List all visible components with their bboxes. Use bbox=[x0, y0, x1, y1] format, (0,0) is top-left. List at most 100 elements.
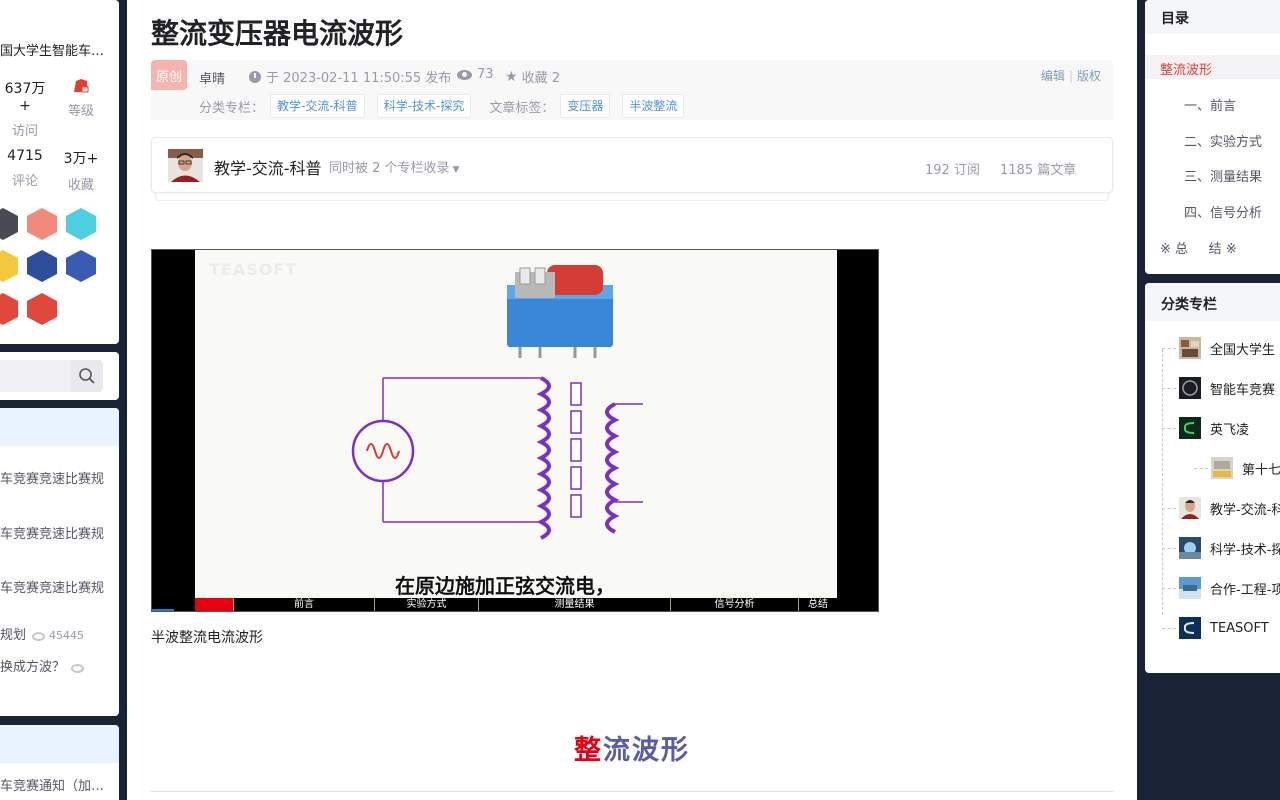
hot-article-item[interactable]: 换成方波？ bbox=[0, 656, 88, 675]
chapter-progress bbox=[195, 598, 233, 611]
divider: | bbox=[1068, 69, 1073, 83]
column-subscriptions: 192 订阅 bbox=[925, 163, 980, 178]
hot-article-link[interactable]: 车竞赛竞速比赛规 bbox=[0, 523, 104, 542]
toc-item[interactable]: 整流波形 bbox=[1160, 59, 1212, 78]
column-tag[interactable]: 科学-技术-探究 bbox=[376, 94, 472, 118]
hot-article-views-count: 45445 bbox=[49, 629, 85, 642]
toc-item[interactable]: ※ 总 结 ※ bbox=[1160, 238, 1237, 257]
article-main: 整流变压器电流波形 原创 卓晴 于 2023-02-11 11:50:55 发布… bbox=[127, 0, 1137, 800]
heading-char: 流 bbox=[603, 735, 632, 766]
category-column-item[interactable]: 合作-工程-项 bbox=[1162, 577, 1280, 599]
article-tag[interactable]: 半波整流 bbox=[622, 94, 685, 118]
hot-articles-header bbox=[0, 408, 119, 446]
stat-comments: 4715 评论 bbox=[0, 148, 50, 189]
toc-title: 目录 bbox=[1145, 0, 1280, 34]
original-badge: 原创 bbox=[151, 60, 187, 90]
eye-icon bbox=[71, 663, 85, 673]
category-column-label: 英飞凌 bbox=[1210, 422, 1250, 438]
hot-article-link[interactable]: 车竞赛竞速比赛规 bbox=[0, 577, 104, 596]
section-divider bbox=[151, 791, 1113, 792]
search-button[interactable] bbox=[71, 360, 103, 392]
toc-item[interactable]: 四、信号分析 bbox=[1184, 202, 1262, 221]
meta-actions: 编辑 | 版权 bbox=[1041, 67, 1101, 84]
category-column-label: TEASOFT bbox=[1210, 620, 1269, 636]
toc-item[interactable]: 一、前言 bbox=[1184, 95, 1236, 114]
toc-card: 目录 整流波形 一、前言 二、实验方式 三、测量结果 四、信号分析 ※ 总 结 … bbox=[1145, 0, 1280, 274]
category-column-label: 教学-交流-科 bbox=[1210, 502, 1280, 518]
transformer-core bbox=[570, 382, 582, 518]
hot-article-link[interactable]: 规划 bbox=[0, 628, 26, 643]
column-name[interactable]: 教学-交流-科普 bbox=[214, 155, 322, 179]
view-count: 73 bbox=[457, 67, 494, 82]
stat-visits-label: 访问 bbox=[11, 124, 38, 139]
badge-icon[interactable] bbox=[66, 208, 96, 240]
category-column-item[interactable]: 教学-交流-科 bbox=[1162, 497, 1280, 519]
category-column-item[interactable]: 智能车竞赛 bbox=[1162, 377, 1275, 399]
column-thumb-icon bbox=[1179, 577, 1201, 599]
favorite-count[interactable]: ★ 收藏 2 bbox=[505, 67, 560, 87]
search-icon bbox=[79, 368, 95, 384]
category-column-item[interactable]: 科学-技术-探 bbox=[1162, 537, 1280, 559]
author-name[interactable]: 卓晴 bbox=[199, 68, 225, 87]
edit-link[interactable]: 编辑 bbox=[1041, 69, 1065, 83]
column-also-dropdown[interactable]: 同时被 2 个专栏收录 ▼ bbox=[329, 157, 459, 176]
eye-icon bbox=[457, 69, 472, 80]
level-icon bbox=[74, 79, 89, 93]
chapter-label[interactable]: 总结 bbox=[798, 598, 837, 611]
badge-icon[interactable] bbox=[27, 208, 57, 240]
stat-level[interactable]: 等级 bbox=[56, 78, 106, 119]
category-columns-card: 分类专栏 全国大学生 智能车竞赛 英飞凌 第十七 教学-交流-科 科学-技术-探… bbox=[1145, 283, 1280, 673]
article-meta: 原创 卓晴 于 2023-02-11 11:50:55 发布 73 ★ 收藏 2… bbox=[151, 60, 1113, 120]
stat-comments-label: 评论 bbox=[11, 174, 38, 189]
hot-article-item[interactable]: 规划 45445 bbox=[0, 624, 84, 643]
tree-branch bbox=[1162, 347, 1176, 349]
monkey-badge-icon[interactable] bbox=[27, 293, 57, 325]
toc-item[interactable]: 三、测量结果 bbox=[1184, 166, 1262, 185]
column-tag[interactable]: 教学-交流-科普 bbox=[270, 94, 365, 118]
chapter-label[interactable]: 前言 bbox=[233, 598, 374, 611]
heading-char: 形 bbox=[661, 735, 690, 766]
publish-date-text: 于 2023-02-11 11:50:55 发布 bbox=[266, 71, 452, 86]
chapter-label[interactable]: 信号分析 bbox=[670, 598, 798, 611]
tags-label: 文章标签： bbox=[489, 100, 555, 116]
blog-name[interactable]: 国大学生智能车… bbox=[0, 40, 104, 59]
circuit bbox=[351, 376, 643, 540]
copyright-link[interactable]: 版权 bbox=[1077, 69, 1101, 83]
rocket-badge-icon[interactable] bbox=[27, 250, 57, 282]
category-column-label: 科学-技术-探 bbox=[1210, 542, 1280, 558]
category-column-label: 智能车竞赛 bbox=[1210, 382, 1276, 398]
article-tag[interactable]: 变压器 bbox=[560, 94, 611, 118]
column-thumb-icon bbox=[1179, 617, 1201, 639]
column-card[interactable]: 教学-交流-科普 同时被 2 个专栏收录 ▼ 192 订阅 1185 篇文章 bbox=[151, 137, 1113, 193]
profile-card: 国大学生智能车… 637万+ 访问 等级 4715 评论 3万+ 收藏 bbox=[0, 0, 119, 344]
video-screen: TEASOFT 在原边施加正弦交流电， bbox=[195, 250, 837, 598]
category-column-item[interactable]: 英飞凌 bbox=[1162, 417, 1249, 439]
category-column-item[interactable]: 全国大学生 bbox=[1162, 337, 1275, 359]
article-title: 整流变压器电流波形 bbox=[151, 17, 404, 50]
category-column-item[interactable]: TEASOFT bbox=[1162, 617, 1269, 639]
category-column-item[interactable]: 第十七 bbox=[1194, 457, 1280, 479]
toc-item[interactable]: 二、实验方式 bbox=[1184, 131, 1262, 150]
rocket-badge-icon[interactable] bbox=[66, 250, 96, 282]
transformer-image bbox=[507, 265, 613, 358]
column-thumb-icon bbox=[1211, 457, 1233, 479]
view-count-text: 73 bbox=[477, 67, 494, 82]
video-frame[interactable]: TEASOFT 在原边施加正弦交流电， 前言 实验方式 测量结果 信号分析 总结 bbox=[151, 249, 879, 612]
stat-visits: 637万+ 访问 bbox=[0, 78, 50, 139]
badge-icon[interactable] bbox=[0, 208, 18, 240]
column-label: 分类专栏： bbox=[199, 100, 265, 116]
chapter-label[interactable]: 实验方式 bbox=[374, 598, 478, 611]
hot-article-link[interactable]: 换成方波？ bbox=[0, 660, 65, 675]
badge-icon[interactable] bbox=[0, 250, 18, 282]
tree-branch bbox=[1162, 427, 1176, 429]
tree-branch bbox=[1194, 467, 1208, 469]
heading-char: 整 bbox=[574, 735, 603, 766]
stat-favorites-value: 3万+ bbox=[63, 151, 99, 167]
hot-article-link[interactable]: 车竞赛竞速比赛规 bbox=[0, 468, 104, 487]
chapter-label[interactable]: 测量结果 bbox=[478, 598, 670, 611]
notice-article-link[interactable]: 车竞赛通知（加… bbox=[0, 775, 104, 794]
eye-icon bbox=[32, 631, 46, 641]
section-heading: 整流波形 bbox=[127, 728, 1137, 767]
video-progress[interactable] bbox=[152, 609, 174, 611]
pen-badge-icon[interactable] bbox=[0, 293, 18, 325]
